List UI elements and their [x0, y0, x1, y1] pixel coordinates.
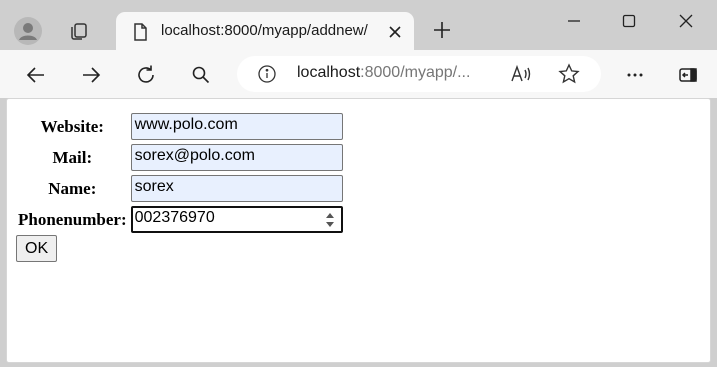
read-aloud-icon[interactable]	[509, 63, 533, 85]
phonenumber-label: Phonenumber:	[18, 209, 127, 229]
close-window-icon[interactable]	[670, 8, 702, 34]
back-icon[interactable]	[21, 60, 51, 90]
page-content: Website: www.polo.com Mail: sorex@polo.c…	[6, 98, 711, 363]
refresh-icon[interactable]	[131, 60, 161, 90]
form-row-phonenumber: Phonenumber: 002376970	[17, 205, 344, 234]
title-bar: localhost:8000/myapp/addnew/	[0, 0, 717, 52]
maximize-icon[interactable]	[613, 8, 645, 34]
browser-toolbar: localhost:8000/myapp/...	[0, 50, 717, 98]
forward-icon[interactable]	[76, 60, 106, 90]
more-options-icon[interactable]	[620, 60, 650, 90]
mail-input[interactable]: sorex@polo.com	[130, 144, 343, 171]
url-host: localhost	[297, 64, 361, 81]
close-tab-icon[interactable]	[385, 22, 405, 42]
address-url[interactable]: localhost:8000/myapp/...	[297, 64, 470, 82]
form-row-name: Name: sorex	[17, 174, 344, 203]
tab-actions-icon[interactable]	[62, 14, 96, 48]
form-row-mail: Mail: sorex@polo.com	[17, 143, 344, 172]
phonenumber-input[interactable]: 002376970	[130, 206, 343, 233]
favorite-star-icon[interactable]	[557, 63, 581, 85]
minimize-icon[interactable]	[558, 8, 590, 34]
new-tab-icon[interactable]	[428, 16, 456, 44]
name-label: Name:	[48, 178, 97, 198]
site-info-icon[interactable]	[257, 64, 277, 84]
website-label: Website:	[40, 116, 104, 136]
form-row-website: Website: www.polo.com	[17, 112, 344, 141]
page-icon	[130, 22, 150, 42]
phonenumber-value: 002376970	[134, 209, 215, 226]
address-bar[interactable]: localhost:8000/myapp/...	[237, 56, 601, 92]
website-input[interactable]: www.polo.com	[130, 113, 343, 140]
number-spinner-icon[interactable]	[325, 210, 335, 230]
name-input[interactable]: sorex	[130, 175, 343, 202]
sidebar-toggle-icon[interactable]	[673, 60, 703, 90]
ok-button[interactable]: OK	[16, 235, 58, 262]
tab-title: localhost:8000/myapp/addnew/	[161, 22, 368, 39]
url-rest: :8000/myapp/...	[360, 64, 471, 81]
profile-avatar-icon[interactable]	[11, 14, 45, 48]
add-contact-form: Website: www.polo.com Mail: sorex@polo.c…	[15, 110, 346, 236]
search-icon[interactable]	[186, 60, 216, 90]
mail-label: Mail:	[52, 147, 93, 167]
browser-tab-active[interactable]: localhost:8000/myapp/addnew/	[116, 12, 414, 52]
